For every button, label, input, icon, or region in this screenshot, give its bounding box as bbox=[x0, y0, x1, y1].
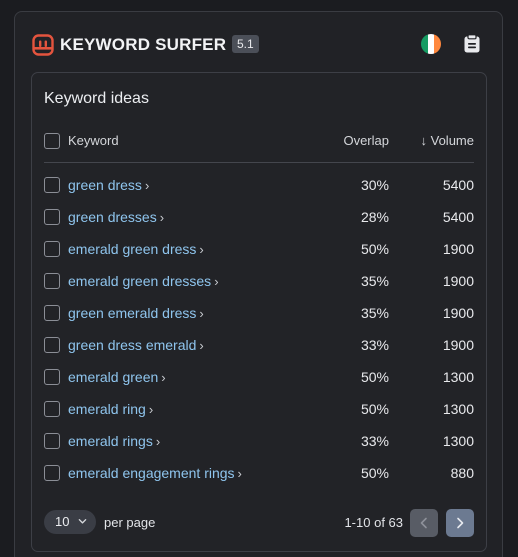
keyword-text: emerald engagement rings bbox=[68, 465, 235, 481]
overlap-value: 33% bbox=[360, 337, 389, 353]
ireland-flag-icon[interactable] bbox=[421, 34, 441, 54]
table-header: Keyword Overlap ↓ Volume bbox=[44, 133, 474, 163]
overlap-value: 28% bbox=[360, 209, 389, 225]
overlap-value: 33% bbox=[360, 433, 389, 449]
table-row: emerald green dresses › 35% 1900 bbox=[44, 273, 474, 305]
previous-page-button[interactable] bbox=[410, 509, 438, 537]
volume-value: 5400 bbox=[442, 209, 474, 225]
chevron-right-icon bbox=[457, 517, 464, 529]
row-checkbox[interactable] bbox=[44, 369, 60, 385]
keyword-link[interactable]: green dress emerald › bbox=[68, 337, 204, 354]
volume-value: 1300 bbox=[442, 433, 474, 449]
overlap-value: 50% bbox=[360, 401, 389, 417]
row-checkbox[interactable] bbox=[44, 433, 60, 449]
row-checkbox[interactable] bbox=[44, 209, 60, 225]
table-row: emerald ring › 50% 1300 bbox=[44, 401, 474, 433]
table-row: emerald green › 50% 1300 bbox=[44, 369, 474, 401]
row-checkbox[interactable] bbox=[44, 177, 60, 193]
keyword-text: emerald green dresses bbox=[68, 273, 212, 289]
chevron-down-icon bbox=[78, 519, 87, 524]
notes-icon[interactable] bbox=[463, 34, 481, 54]
keyword-link[interactable]: green emerald dress › bbox=[68, 305, 204, 322]
brand-name: KEYWORD SURFER bbox=[60, 35, 227, 54]
keyword-link[interactable]: emerald green dress › bbox=[68, 241, 204, 258]
keyword-surfer-panel: KEYWORD SURFER 5.1 Keyword ideas Keyword… bbox=[14, 11, 503, 557]
keyword-link[interactable]: green dresses › bbox=[68, 209, 164, 226]
column-header-overlap[interactable]: Overlap bbox=[343, 133, 389, 149]
keyword-text: green dress emerald bbox=[68, 337, 197, 353]
volume-value: 1300 bbox=[442, 401, 474, 417]
chevron-right-icon: › bbox=[148, 402, 154, 417]
keyword-text: emerald rings bbox=[68, 433, 153, 449]
keyword-text: emerald ring bbox=[68, 401, 146, 417]
keyword-link[interactable]: green dress › bbox=[68, 177, 149, 194]
table-row: emerald engagement rings › 50% 880 bbox=[44, 465, 474, 497]
volume-value: 1900 bbox=[442, 305, 474, 321]
table-row: emerald rings › 33% 1300 bbox=[44, 433, 474, 465]
column-header-volume[interactable]: ↓ Volume bbox=[421, 133, 474, 149]
overlap-value: 30% bbox=[360, 177, 389, 193]
volume-value: 880 bbox=[450, 465, 474, 481]
table-row: green emerald dress › 35% 1900 bbox=[44, 305, 474, 337]
table-row: emerald green dress › 50% 1900 bbox=[44, 241, 474, 273]
keyword-link[interactable]: emerald green dresses › bbox=[68, 273, 219, 290]
volume-value: 1900 bbox=[442, 273, 474, 289]
version-badge: 5.1 bbox=[232, 35, 259, 53]
chevron-right-icon: › bbox=[155, 434, 161, 449]
next-page-button[interactable] bbox=[446, 509, 474, 537]
table-row: green dress › 30% 5400 bbox=[44, 177, 474, 209]
row-checkbox[interactable] bbox=[44, 305, 60, 321]
row-checkbox[interactable] bbox=[44, 401, 60, 417]
row-checkbox[interactable] bbox=[44, 465, 60, 481]
chevron-right-icon: › bbox=[161, 370, 166, 385]
keyword-link[interactable]: emerald ring › bbox=[68, 401, 153, 418]
panel-header: KEYWORD SURFER 5.1 bbox=[32, 32, 485, 58]
card-title: Keyword ideas bbox=[44, 90, 149, 107]
chevron-right-icon: › bbox=[214, 274, 219, 289]
per-page-value: 10 bbox=[55, 514, 70, 529]
keyword-ideas-card: Keyword ideas Keyword Overlap ↓ Volume g… bbox=[31, 72, 487, 552]
column-header-keyword[interactable]: Keyword bbox=[68, 133, 119, 149]
keyword-text: emerald green bbox=[68, 369, 159, 385]
page-range: 1-10 of 63 bbox=[344, 515, 403, 530]
pagination-bar: 10 per page 1-10 of 63 bbox=[44, 509, 474, 537]
chevron-right-icon: › bbox=[159, 210, 165, 225]
select-all-checkbox[interactable] bbox=[44, 133, 60, 149]
chevron-right-icon: › bbox=[199, 338, 204, 353]
keyword-text: green dress bbox=[68, 177, 142, 193]
keyword-text: green dresses bbox=[68, 209, 157, 225]
row-checkbox[interactable] bbox=[44, 241, 60, 257]
overlap-value: 50% bbox=[360, 241, 389, 257]
row-checkbox[interactable] bbox=[44, 273, 60, 289]
overlap-value: 50% bbox=[360, 369, 389, 385]
row-checkbox[interactable] bbox=[44, 337, 60, 353]
chevron-right-icon: › bbox=[199, 306, 204, 321]
per-page-select[interactable]: 10 bbox=[44, 510, 96, 534]
overlap-value: 35% bbox=[360, 305, 389, 321]
table-row: green dress emerald › 33% 1900 bbox=[44, 337, 474, 369]
keyword-surfer-logo-icon bbox=[32, 34, 54, 56]
keyword-link[interactable]: emerald engagement rings › bbox=[68, 465, 242, 482]
keyword-link[interactable]: emerald rings › bbox=[68, 433, 160, 450]
overlap-value: 50% bbox=[360, 465, 389, 481]
volume-value: 1900 bbox=[442, 337, 474, 353]
chevron-right-icon: › bbox=[237, 466, 242, 481]
table-row: green dresses › 28% 5400 bbox=[44, 209, 474, 241]
chevron-right-icon: › bbox=[199, 242, 204, 257]
keyword-text: green emerald dress bbox=[68, 305, 197, 321]
volume-value: 1300 bbox=[442, 369, 474, 385]
chevron-left-icon bbox=[420, 517, 427, 529]
chevron-right-icon: › bbox=[144, 178, 150, 193]
overlap-value: 35% bbox=[360, 273, 389, 289]
volume-value: 1900 bbox=[442, 241, 474, 257]
keyword-text: emerald green dress bbox=[68, 241, 197, 257]
keyword-link[interactable]: emerald green › bbox=[68, 369, 166, 386]
volume-value: 5400 bbox=[442, 177, 474, 193]
per-page-label: per page bbox=[104, 515, 156, 530]
